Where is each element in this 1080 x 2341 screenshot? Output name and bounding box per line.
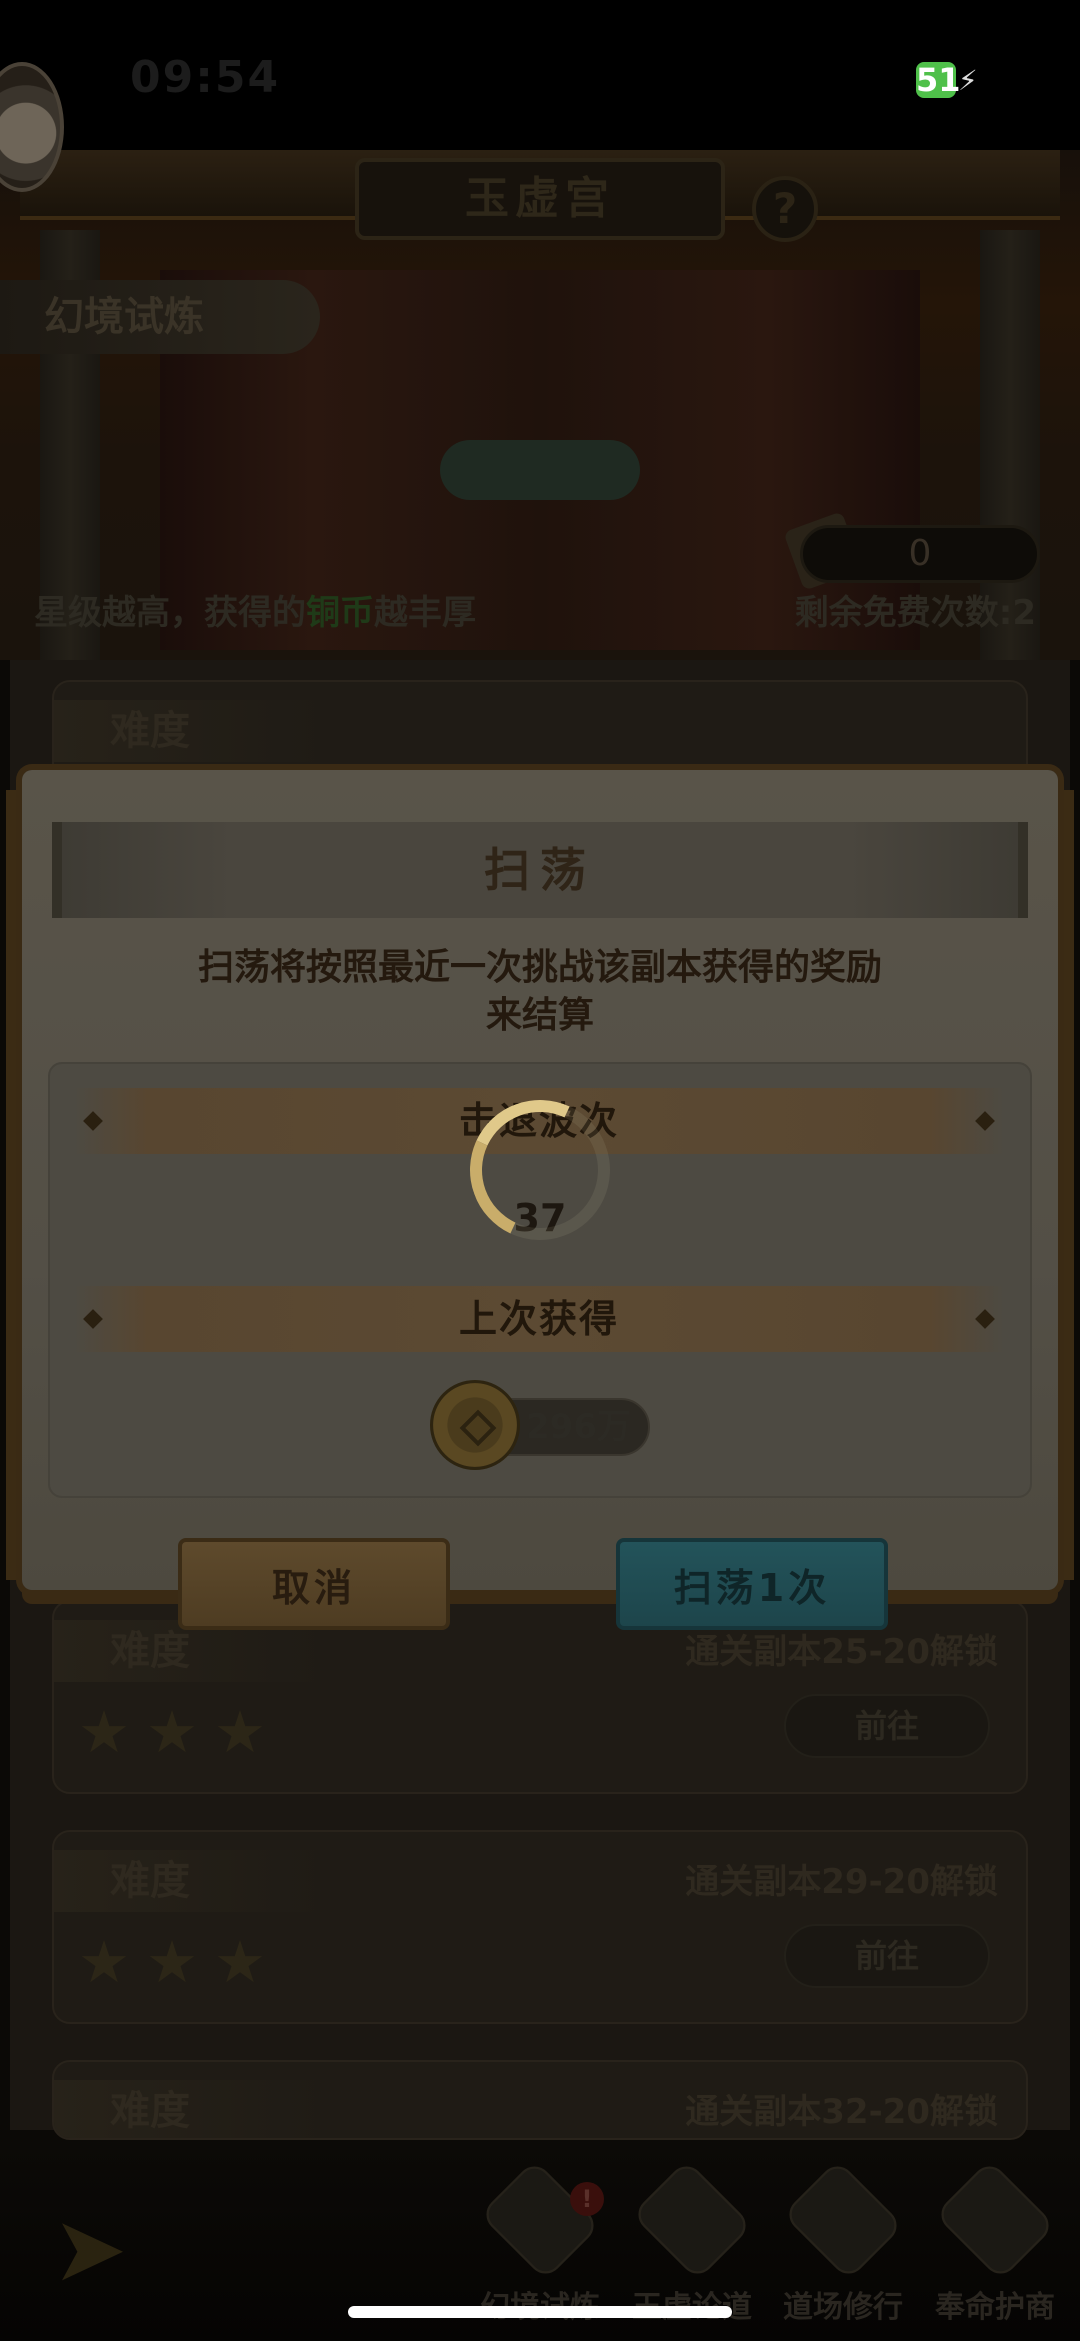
difficulty-label: 难度 [54,1850,324,1912]
page-title: 玉虚宫 [355,158,725,240]
training-icon [782,2159,904,2281]
charging-bolt-icon: ⚡ [958,64,978,97]
unlock-condition: 通关副本32-20解锁 [685,2092,998,2132]
nav-label: 玉虚论道 [617,2282,767,2326]
star-icon: ★ [146,1698,198,1766]
goto-button[interactable]: 前往 [784,1694,990,1758]
copper-coin-icon [430,1380,520,1470]
help-button[interactable]: ? [752,176,818,242]
notification-badge: ! [570,2182,604,2216]
star-icon: ★ [78,1928,130,1996]
diamond-icon [83,1309,103,1329]
debate-icon [631,2159,753,2281]
difficulty-label: 难度 [54,700,324,762]
hint-before: 星级越高，获得的 [34,593,306,633]
reward-item: 296万 [430,1380,670,1470]
ticket-count: 0 [800,525,1040,583]
mode-tag: 幻境试炼 [0,280,320,354]
star-icon: ★ [78,1698,130,1766]
nav-item-training[interactable]: 道场修行 [768,2159,918,2330]
level-card: 难度 通关副本32-20解锁 [52,2060,1028,2140]
star-rating: ★ ★ ★ [78,1932,266,1992]
star-hint-text: 星级越高，获得的铜币越丰厚 [34,585,476,634]
unlock-condition: 通关副本29-20解锁 [685,1862,998,1902]
altar-image [440,440,640,500]
status-time: 09:54 [130,52,281,103]
description-line: 扫荡将按照最近一次挑战该副本获得的奖励 [197,947,882,988]
diamond-icon [975,1111,995,1131]
home-indicator[interactable] [348,2306,732,2318]
dialog-description: 扫荡将按照最近一次挑战该副本获得的奖励 来结算 [80,944,1000,1040]
description-line: 来结算 [485,995,594,1036]
star-icon: ★ [214,1928,266,1996]
back-arrow-icon[interactable]: ➤ [52,2205,142,2295]
diamond-icon [975,1309,995,1329]
escort-icon [934,2159,1056,2281]
sweep-once-button[interactable]: 扫荡1次 [616,1538,888,1630]
hint-after: 越丰厚 [374,593,476,633]
star-icon: ★ [146,1928,198,1996]
diamond-icon [83,1111,103,1131]
coin-hole [459,1409,497,1447]
level-card: 难度 通关副本29-20解锁 ★ ★ ★ 前往 [52,1830,1028,2024]
nav-label: 奉命护商 [935,2290,1055,2325]
difficulty-label: 难度 [54,2080,324,2138]
battery-icon: 51 [916,61,961,99]
goto-button[interactable]: 前往 [784,1924,990,1988]
nav-item-escort[interactable]: 奉命护商 [920,2159,1070,2330]
star-icon: ★ [214,1698,266,1766]
last-reward-label: 上次获得 [458,1297,619,1341]
trial-icon [479,2159,601,2281]
free-attempts-label: 剩余免费次数:2 [794,593,1036,633]
hint-highlight: 铜币 [306,593,374,633]
nav-label: 道场修行 [783,2290,903,2325]
reward-value: 296万 [526,1407,631,1447]
dialog-title: 扫荡 [484,843,596,897]
last-reward-band: 上次获得 [74,1286,1004,1352]
star-rating: ★ ★ ★ [78,1702,266,1762]
cancel-button[interactable]: 取消 [178,1538,450,1630]
nav-label: 幻境试炼 [465,2282,615,2326]
